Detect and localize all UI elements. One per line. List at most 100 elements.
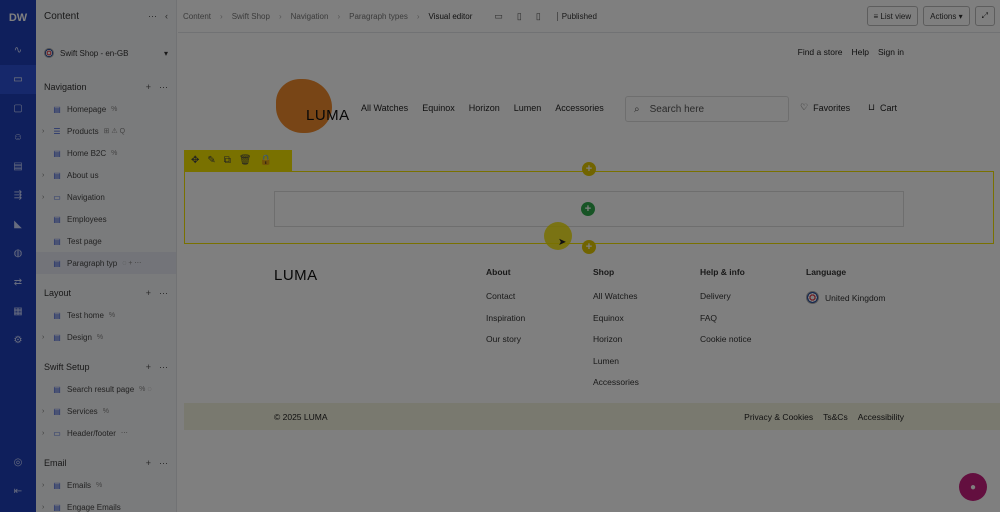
grid-icon[interactable]: ▦ [0, 297, 36, 326]
more-icon[interactable]: ⋯ [159, 288, 168, 299]
swap-icon[interactable]: ⇄ [0, 268, 36, 297]
tree-item[interactable]: › ▤ Design% [36, 326, 176, 348]
chevron-right-icon[interactable]: › [42, 430, 52, 437]
desktop-icon[interactable]: ▭ [494, 11, 503, 22]
footer-link[interactable]: Our story [486, 334, 525, 356]
tree-item[interactable]: ▤ Test home% [36, 304, 176, 326]
monitor-icon[interactable]: ▭ [0, 65, 36, 94]
chevron-right-icon[interactable]: › [42, 408, 52, 415]
tree-item[interactable]: › ▤ About us [36, 164, 176, 186]
legal-link[interactable]: Accessibility [858, 412, 904, 422]
user-icon[interactable]: ☺ [0, 123, 36, 152]
more-icon[interactable]: ⋯ [159, 458, 168, 469]
tree-item[interactable]: ▤ Employees [36, 208, 176, 230]
flow-icon[interactable]: ⇶ [0, 181, 36, 210]
add-icon[interactable]: + [146, 82, 151, 92]
page-icon: ▤ [53, 384, 61, 394]
tree-item[interactable]: › ▭ Navigation [36, 186, 176, 208]
footer-link[interactable]: Contact [486, 291, 525, 313]
footer-link[interactable]: FAQ [700, 313, 752, 335]
site-selector[interactable]: Swift Shop - en-GB ▾ [44, 42, 168, 64]
footer-link[interactable]: Horizon [593, 334, 639, 356]
mobile-icon[interactable]: ▯ [536, 11, 541, 22]
add-row-above-icon[interactable]: + [582, 162, 596, 176]
legal-link[interactable]: Ts&Cs [823, 412, 848, 422]
chevron-right-icon[interactable]: › [42, 504, 52, 511]
globe-icon[interactable]: ◍ [0, 239, 36, 268]
nav-link[interactable]: All Watches [361, 103, 408, 113]
more-icon[interactable]: ⋯ [159, 362, 168, 373]
tree-item[interactable]: › ▭ Header/footer ⋯ [36, 422, 176, 444]
chevron-right-icon[interactable]: › [42, 194, 52, 201]
footer-link[interactable]: Delivery [700, 291, 752, 313]
chevron-right-icon[interactable]: › [42, 482, 52, 489]
tree-item[interactable]: › ▤ Engage Emails [36, 496, 176, 512]
tree-item[interactable]: ▤ Paragraph typ ◌ + ⋯ [36, 252, 176, 274]
footer-link[interactable]: Cookie notice [700, 334, 752, 356]
settings-icon[interactable]: ⚙ [0, 326, 36, 355]
tree-item[interactable]: › ▤ Services% [36, 400, 176, 422]
add-row-below-icon[interactable]: + [582, 240, 596, 254]
nav-link[interactable]: Accessories [555, 103, 604, 113]
nav-link[interactable]: Equinox [422, 103, 455, 113]
nav-link[interactable]: Horizon [469, 103, 500, 113]
chart-icon[interactable]: ∿ [0, 36, 36, 65]
app-logo[interactable]: DW [0, 0, 36, 36]
footer-link[interactable]: Lumen [593, 356, 639, 378]
move-icon[interactable]: ✥ [191, 155, 199, 166]
tree-item[interactable]: ▤ Test page [36, 230, 176, 252]
footer-link[interactable]: Inspiration [486, 313, 525, 335]
tree-item[interactable]: › ☰ Products ⊞ ⚠ Q [36, 120, 176, 142]
add-icon[interactable]: + [146, 288, 151, 298]
chevron-right-icon[interactable]: › [42, 128, 52, 135]
copy-icon[interactable]: ⧉ [224, 155, 231, 166]
tree-item[interactable]: ▤ Homepage% [36, 98, 176, 120]
more-icon[interactable]: ⋯ [159, 82, 168, 93]
list-view-button[interactable]: ≡ List view [866, 6, 919, 26]
nav-link[interactable]: Lumen [514, 103, 542, 113]
tree-item[interactable]: › ▤ Emails% [36, 474, 176, 496]
add-paragraph-icon[interactable]: + [581, 202, 595, 216]
more-icon[interactable]: ⋯ [148, 11, 157, 22]
favorites-link[interactable]: ♡ Favorites [800, 102, 850, 113]
edit-icon[interactable]: ✎ [207, 155, 215, 166]
breadcrumb-item[interactable]: Swift Shop [232, 12, 270, 21]
breadcrumb-item[interactable]: Navigation [291, 12, 329, 21]
footer-link[interactable]: Accessories [593, 377, 639, 399]
section-title: Email [44, 458, 67, 468]
add-icon[interactable]: + [146, 362, 151, 372]
breadcrumb-item[interactable]: Content [183, 12, 211, 21]
search-input[interactable]: ⌕ Search here [625, 96, 789, 122]
actions-button[interactable]: Actions ▾ [923, 6, 970, 26]
delete-icon[interactable]: 🗑 [239, 155, 252, 166]
lock-icon[interactable]: 🔒 [260, 155, 272, 166]
footer-link[interactable]: All Watches [593, 291, 639, 313]
luma-logo[interactable]: LUMA [276, 79, 349, 135]
tablet-icon[interactable]: ▯ [517, 11, 522, 22]
folder-icon[interactable]: ▢ [0, 94, 36, 123]
collapse-icon[interactable]: ⇤ [0, 477, 36, 506]
megaphone-icon[interactable]: ◣ [0, 210, 36, 239]
tree-item[interactable]: ▤ Search result page % ◌ [36, 378, 176, 400]
breadcrumb-item[interactable]: Paragraph types [349, 12, 408, 21]
top-link[interactable]: Sign in [878, 47, 904, 57]
tree-item[interactable]: ▤ Home B2C% [36, 142, 176, 164]
top-link[interactable]: Find a store [798, 47, 843, 57]
chevron-right-icon[interactable]: › [42, 334, 52, 341]
footer-link[interactable]: Equinox [593, 313, 639, 335]
site-selector-label: Swift Shop - en-GB [60, 48, 129, 58]
item-badges: % [111, 105, 118, 113]
box-icon[interactable]: ▤ [0, 152, 36, 181]
legal-link[interactable]: Privacy & Cookies [744, 412, 813, 422]
page-icon: ▤ [53, 406, 61, 416]
editor-toolbar: Content › Swift Shop › Navigation › Paragraph … [178, 0, 1000, 33]
chat-bubble-icon[interactable]: ● [959, 473, 987, 501]
help-icon[interactable]: ◎ [0, 448, 36, 477]
language-selector[interactable]: United Kingdom [806, 291, 885, 304]
top-link[interactable]: Help [852, 47, 869, 57]
add-icon[interactable]: + [146, 458, 151, 468]
chevron-right-icon[interactable]: › [42, 172, 52, 179]
collapse-sidebar-icon[interactable]: ‹ [165, 11, 168, 21]
cart-link[interactable]: ⊔ Cart [868, 102, 897, 113]
expand-button[interactable]: ⤢ [974, 6, 995, 26]
